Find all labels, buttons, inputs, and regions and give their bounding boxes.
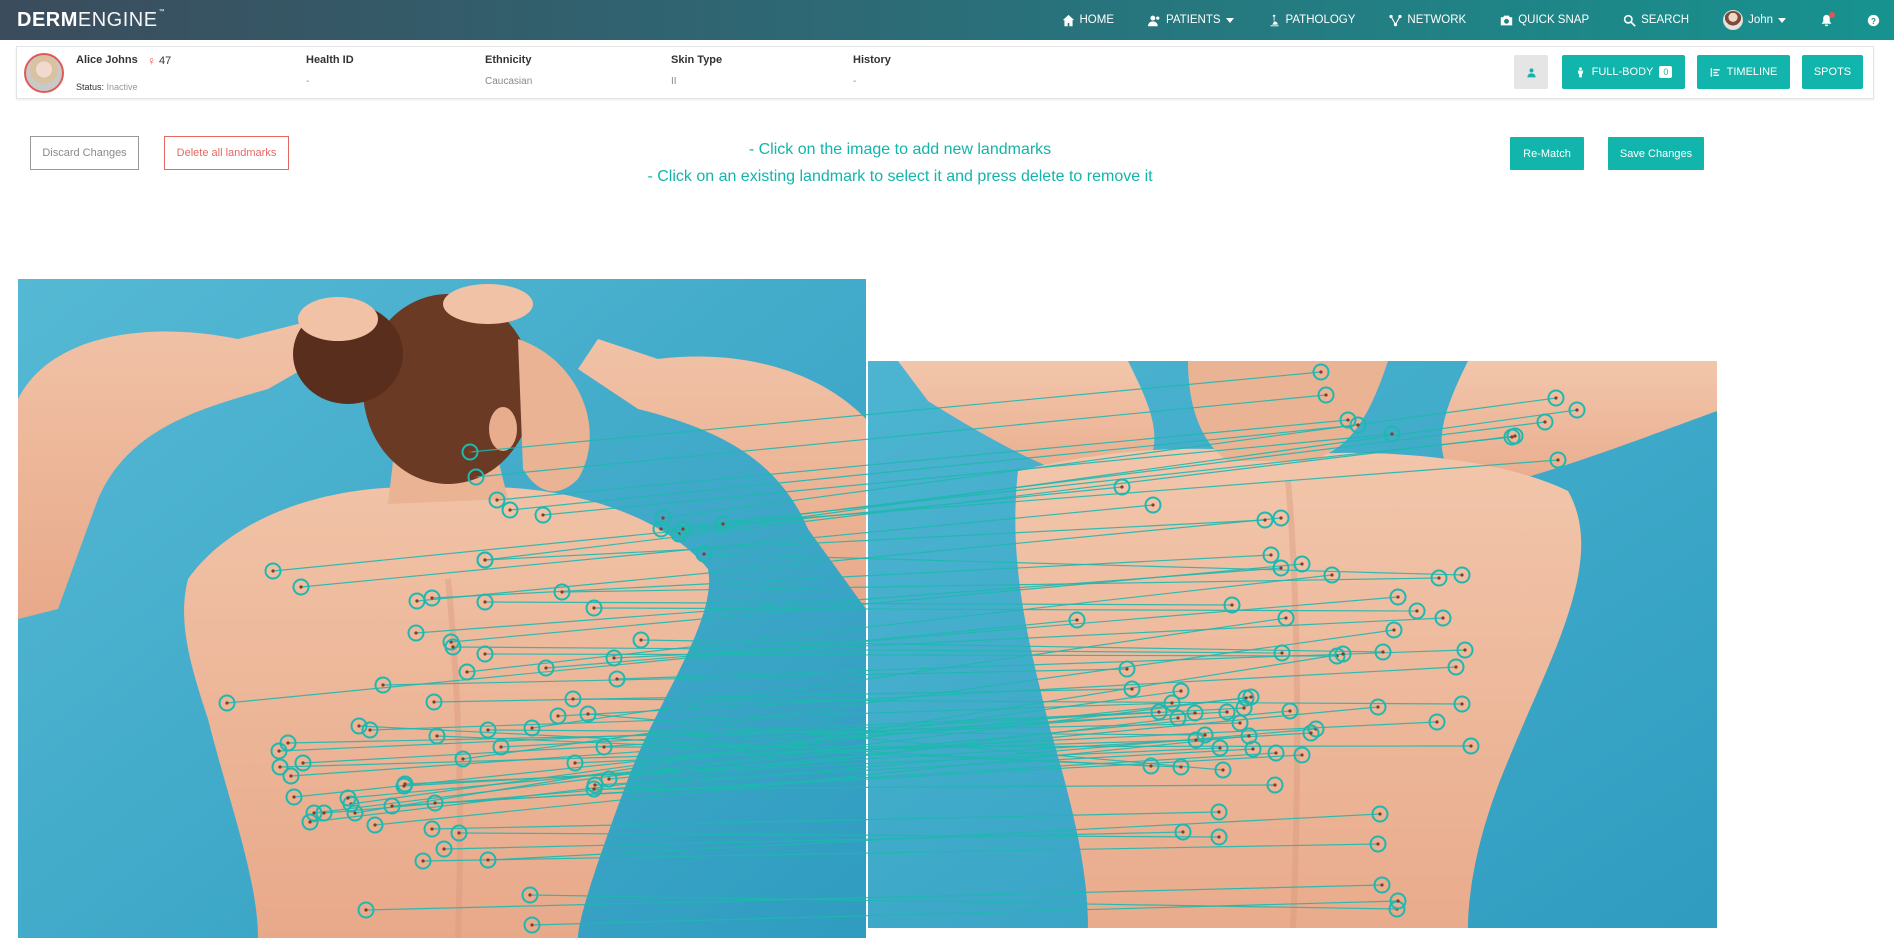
field-history: History - xyxy=(853,54,891,87)
body-icon xyxy=(1577,66,1583,77)
nav-pathology-label: PATHOLOGY xyxy=(1285,14,1356,26)
nav-user-menu[interactable]: John xyxy=(1723,10,1786,30)
search-icon xyxy=(1623,14,1636,27)
patient-avatar[interactable] xyxy=(24,53,64,93)
patient-age: ♀ 47 xyxy=(147,54,171,68)
camera-icon xyxy=(1501,15,1513,25)
brand-part1: DERM xyxy=(17,9,78,31)
full-body-label: FULL-BODY xyxy=(1591,66,1654,78)
home-icon xyxy=(1062,14,1074,26)
patient-profile-button[interactable] xyxy=(1514,55,1548,89)
patient-status: Status: Inactive xyxy=(76,82,138,92)
nav-home[interactable]: HOME xyxy=(1062,14,1115,27)
field-skin-type: Skin Type II xyxy=(671,54,723,87)
left-body-illustration xyxy=(18,279,866,938)
brand-part2: ENGINE xyxy=(77,9,158,31)
field-health-id: Health ID - xyxy=(306,54,354,87)
notification-dot xyxy=(1829,11,1835,18)
right-body-illustration xyxy=(868,361,1717,928)
nav-search[interactable]: SEARCH xyxy=(1623,14,1689,27)
field-label: Health ID xyxy=(306,54,354,66)
spots-label: SPOTS xyxy=(1813,66,1852,78)
main-nav: HOME PATIENTS PATHOLOGY NETWORK QUICK SN… xyxy=(1062,0,1894,40)
patient-name[interactable]: Alice Johns xyxy=(76,54,138,66)
patient-header: Alice Johns ♀ 47 Status: Inactive Health… xyxy=(16,46,1874,99)
nav-patients[interactable]: PATIENTS xyxy=(1148,14,1234,27)
field-label: Ethnicity xyxy=(485,54,532,66)
nav-user-label: John xyxy=(1748,14,1773,26)
nav-search-label: SEARCH xyxy=(1641,14,1690,26)
patients-icon xyxy=(1148,15,1160,26)
full-body-button[interactable]: FULL-BODY 0 xyxy=(1562,55,1685,89)
nav-patients-label: PATIENTS xyxy=(1166,14,1221,26)
chevron-down-icon xyxy=(1225,17,1234,23)
save-changes-button[interactable]: Save Changes xyxy=(1608,137,1704,170)
patient-status-value: Inactive xyxy=(106,82,138,92)
patient-status-label: Status: xyxy=(76,82,105,92)
top-navbar: DERMENGINE™ HOME PATIENTS PATHOLOGY NETW… xyxy=(0,0,1894,40)
field-ethnicity: Ethnicity Caucasian xyxy=(485,54,532,87)
nav-notifications[interactable] xyxy=(1820,11,1835,27)
field-label: History xyxy=(853,54,891,66)
timeline-icon xyxy=(1710,67,1720,77)
left-body-image[interactable] xyxy=(18,279,866,938)
chevron-down-icon xyxy=(1778,17,1786,23)
full-body-count-badge: 0 xyxy=(1659,66,1673,78)
microscope-icon xyxy=(1269,14,1279,26)
nav-quick-snap[interactable]: QUICK SNAP xyxy=(1500,14,1589,27)
nav-help[interactable]: ? xyxy=(1867,14,1880,27)
timeline-label: TIMELINE xyxy=(1726,66,1778,78)
timeline-button[interactable]: TIMELINE xyxy=(1697,55,1790,89)
help-icon: ? xyxy=(1867,14,1880,26)
brand-logo[interactable]: DERMENGINE™ xyxy=(17,9,165,32)
field-value: II xyxy=(671,76,677,87)
nav-home-label: HOME xyxy=(1079,14,1115,26)
spots-button[interactable]: SPOTS xyxy=(1802,55,1863,89)
field-value: Caucasian xyxy=(485,76,533,87)
field-label: Skin Type xyxy=(671,54,723,66)
person-icon xyxy=(1526,67,1536,77)
female-icon: ♀ xyxy=(147,54,156,68)
nav-network-label: NETWORK xyxy=(1407,14,1467,26)
nav-pathology[interactable]: PATHOLOGY xyxy=(1268,14,1356,27)
network-icon xyxy=(1389,14,1402,26)
field-value: - xyxy=(306,76,310,87)
patient-age-value: 47 xyxy=(159,55,172,67)
brand-tm: ™ xyxy=(158,9,166,15)
field-value: - xyxy=(853,76,857,87)
nav-quick-snap-label: QUICK SNAP xyxy=(1518,14,1590,26)
instruction-remove-landmark: - Click on an existing landmark to selec… xyxy=(647,168,1153,185)
rematch-button[interactable]: Re-Match xyxy=(1510,137,1584,170)
svg-text:?: ? xyxy=(1871,16,1876,25)
nav-network[interactable]: NETWORK xyxy=(1389,14,1466,27)
user-avatar xyxy=(1723,10,1744,30)
right-body-image[interactable] xyxy=(868,361,1717,928)
